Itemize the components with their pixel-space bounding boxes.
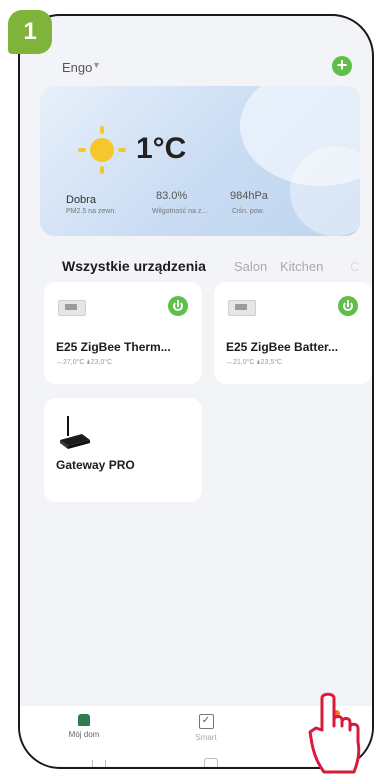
add-device-button[interactable]: + xyxy=(332,56,352,76)
home-system-icon[interactable] xyxy=(204,758,218,767)
tab-salon[interactable]: Salon xyxy=(234,259,267,274)
power-button[interactable] xyxy=(338,296,358,316)
sun-ray xyxy=(100,166,104,174)
phone-frame: Engo ▼ + 1°C Dobra PM2.5 na zewn. 83.0% … xyxy=(18,14,374,769)
room-tabs: Wszystkie urządzenia Salon Kitchen C ··· xyxy=(40,254,370,278)
recent-apps-icon[interactable] xyxy=(92,760,106,767)
tab-kitchen[interactable]: Kitchen xyxy=(280,259,323,274)
power-button[interactable] xyxy=(168,296,188,316)
device-card-battery-thermostat[interactable]: E25 ZigBee Batter... ↔21,0°C 🌢23,5°C xyxy=(214,282,372,384)
home-selector[interactable]: Engo xyxy=(62,60,92,75)
nav-home[interactable]: Mój dom xyxy=(44,714,124,739)
sun-ray xyxy=(78,148,86,152)
temperature-value: 1°C xyxy=(136,132,187,165)
step-number-badge: 1 xyxy=(8,10,52,54)
tab-all-devices[interactable]: Wszystkie urządzenia xyxy=(62,258,206,274)
device-card-gateway[interactable]: Gateway PRO xyxy=(44,398,202,502)
pressure-label: Ciśn. pow. xyxy=(232,208,265,215)
humidity-value: 83.0% xyxy=(156,190,188,202)
pressure-value: 984hPa xyxy=(230,190,268,202)
humidity-label: Wilgotność na z... xyxy=(152,208,208,215)
air-quality-label: PM2.5 na zewn. xyxy=(66,208,117,215)
home-icon xyxy=(78,714,90,726)
nav-smart-label: Smart xyxy=(195,733,217,742)
tab-partial[interactable]: C xyxy=(350,259,359,274)
thermostat-device-icon xyxy=(58,300,86,316)
pointing-hand-icon xyxy=(308,692,361,774)
air-quality-value: Dobra xyxy=(66,194,96,206)
device-name: E25 ZigBee Batter... xyxy=(226,340,339,354)
nav-home-label: Mój dom xyxy=(68,730,100,739)
top-bar: Engo ▼ + xyxy=(40,54,360,82)
sun-ray xyxy=(118,148,126,152)
weather-card[interactable]: 1°C Dobra PM2.5 na zewn. 83.0% Wilgotnoś… xyxy=(40,86,360,236)
thermostat-device-icon xyxy=(228,300,256,316)
sun-icon xyxy=(90,138,114,162)
nav-smart[interactable]: ✓ Smart xyxy=(166,714,246,742)
chevron-down-icon[interactable]: ▼ xyxy=(92,60,101,70)
checkbox-icon: ✓ xyxy=(198,714,214,729)
device-name: Gateway PRO xyxy=(56,458,135,472)
gateway-icon xyxy=(60,416,90,449)
device-status: ↔27,0°C 🌢23,0°C xyxy=(56,359,113,366)
device-name: E25 ZigBee Therm... xyxy=(56,340,171,354)
device-status: ↔21,0°C 🌢23,5°C xyxy=(226,359,283,366)
device-card-thermostat[interactable]: E25 ZigBee Therm... ↔27,0°C 🌢23,0°C xyxy=(44,282,202,384)
sun-ray xyxy=(100,126,104,134)
